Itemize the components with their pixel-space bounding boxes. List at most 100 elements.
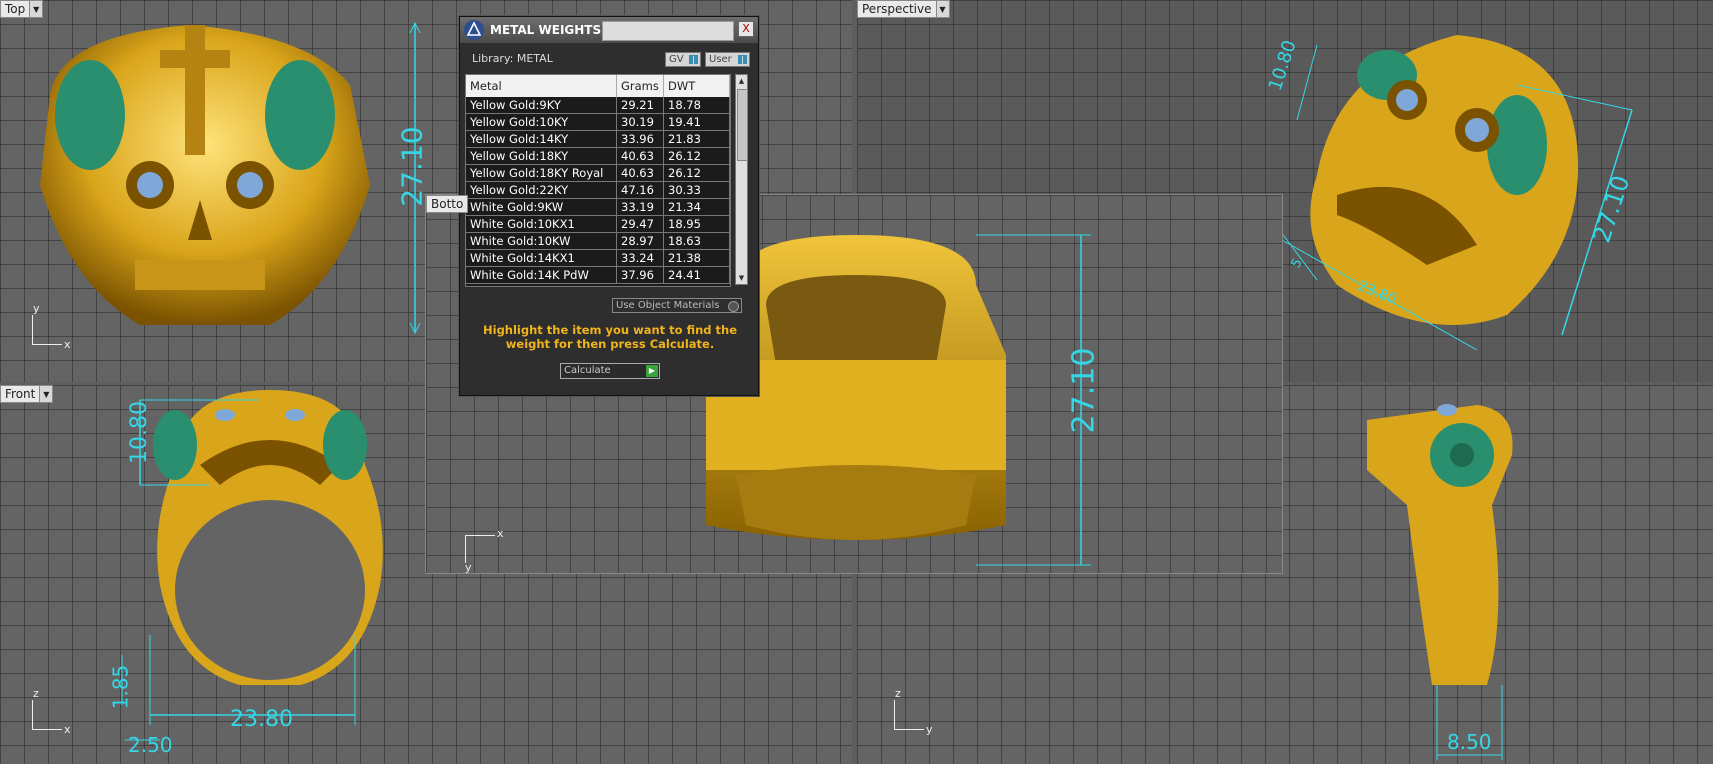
metal-cell: Yellow Gold:9KY — [466, 97, 617, 114]
table-row[interactable]: Yellow Gold:14KY 33.96 21.83 — [466, 130, 730, 148]
metal-cell: White Gold:14K PdW — [466, 266, 617, 284]
metal-cell: Yellow Gold:22KY — [466, 181, 617, 199]
metal-cell: Yellow Gold:18KY Royal — [466, 164, 617, 182]
table-row[interactable]: White Gold:10KW 28.97 18.63 — [466, 232, 730, 250]
grams-cell: 30.19 — [616, 113, 664, 131]
panel-titlebar[interactable]: METAL WEIGHTS X — [460, 17, 758, 43]
dwt-cell: 26.12 — [663, 147, 730, 165]
viewport-perspective-title: Perspective — [857, 0, 937, 18]
ring-right-render — [1367, 404, 1513, 685]
column-header-dwt[interactable]: DWT — [663, 75, 730, 97]
axis-label-h: x — [497, 527, 504, 540]
toggle-user-label: User — [709, 54, 732, 65]
metal-cell: Yellow Gold:14KY — [466, 130, 617, 148]
close-button[interactable]: X — [738, 21, 754, 37]
table-row[interactable]: Yellow Gold:18KY Royal 40.63 26.12 — [466, 164, 730, 182]
grams-cell: 29.21 — [616, 97, 664, 114]
axis-label-v: z — [33, 687, 39, 700]
toggle-user[interactable]: User | — [705, 52, 750, 67]
metal-cell: Yellow Gold:10KY — [466, 113, 617, 131]
viewport-top-label[interactable]: Top ▼ — [0, 0, 44, 18]
axis-label-v: z — [895, 687, 901, 700]
table-header: Metal Grams DWT — [466, 75, 730, 97]
chevron-down-icon[interactable]: ▼ — [936, 0, 950, 18]
axis-indicator: y x — [30, 302, 80, 351]
use-object-materials-label: Use Object Materials — [616, 300, 720, 311]
dimension-label: 27.10 — [395, 126, 429, 207]
metal-table[interactable]: Metal Grams DWT Yellow Gold:9KY 29.21 18.7… — [465, 74, 731, 287]
table-row[interactable]: Yellow Gold:10KY 30.19 19.41 — [466, 113, 730, 131]
axis-label-h: x — [64, 338, 71, 351]
dwt-cell: 18.63 — [663, 232, 730, 250]
axis-label-v: y — [465, 561, 472, 574]
viewport-front-title: Front — [0, 385, 41, 403]
scroll-up-icon[interactable]: ▲ — [736, 75, 747, 87]
library-label: Library: METAL — [472, 52, 553, 65]
grams-cell: 29.47 — [616, 215, 664, 233]
viewport-perspective-label[interactable]: Perspective ▼ — [857, 0, 950, 18]
table-row[interactable]: Yellow Gold:18KY 40.63 26.12 — [466, 147, 730, 165]
toggle-gv-label: GV — [669, 54, 684, 65]
dimension-label: 2.50 — [128, 733, 173, 757]
use-object-materials-toggle[interactable]: Use Object Materials — [612, 298, 742, 313]
calculate-label: Calculate — [564, 365, 611, 376]
app-logo-icon — [464, 20, 484, 40]
dwt-cell: 18.95 — [663, 215, 730, 233]
metal-cell: White Gold:10KX1 — [466, 215, 617, 233]
metal-cell: White Gold:14KX1 — [466, 249, 617, 267]
dwt-cell: 21.34 — [663, 198, 730, 216]
axis-label-v: y — [33, 302, 40, 315]
table-body: Yellow Gold:9KY 29.21 18.78 Yellow Gold:10K… — [466, 97, 730, 284]
grams-cell: 37.96 — [616, 266, 664, 284]
dwt-cell: 24.41 — [663, 266, 730, 284]
table-row[interactable]: White Gold:9KW 33.19 21.34 — [466, 198, 730, 216]
chevron-down-icon[interactable]: ▼ — [40, 385, 54, 403]
scroll-down-icon[interactable]: ▼ — [736, 272, 747, 284]
table-row[interactable]: Yellow Gold:22KY 47.16 30.33 — [466, 181, 730, 199]
play-icon: ▶ — [646, 365, 658, 377]
dwt-cell: 21.38 — [663, 249, 730, 267]
dwt-cell: 21.83 — [663, 130, 730, 148]
dwt-cell: 26.12 — [663, 164, 730, 182]
dimension-label: 8.50 — [1447, 730, 1492, 754]
metal-cell: White Gold:9KW — [466, 198, 617, 216]
table-row[interactable]: White Gold:10KX1 29.47 18.95 — [466, 215, 730, 233]
toggle-switch-icon: | — [689, 55, 698, 64]
dimension-label: 10.80 — [126, 401, 152, 464]
toggle-gv[interactable]: GV | — [665, 52, 701, 67]
axis-label-h: y — [926, 723, 933, 736]
table-row[interactable]: Yellow Gold:9KY 29.21 18.78 — [466, 97, 730, 114]
grams-cell: 33.19 — [616, 198, 664, 216]
radio-icon — [728, 301, 739, 312]
toggle-switch-icon: | — [738, 55, 747, 64]
table-row[interactable]: White Gold:14KX1 33.24 21.38 — [466, 249, 730, 267]
axis-indicator: x y — [463, 527, 513, 574]
axis-label-h: x — [64, 723, 71, 736]
viewport-bottom-label[interactable]: Botto — [426, 195, 469, 213]
column-header-metal[interactable]: Metal — [466, 75, 617, 97]
dimension-label: 27.10 — [1066, 347, 1102, 434]
column-header-grams[interactable]: Grams — [616, 75, 664, 97]
ring-top-render — [40, 25, 370, 325]
dimension-label: 23.80 — [230, 707, 293, 732]
viewport-top-title: Top — [0, 0, 31, 18]
metal-cell: White Gold:10KW — [466, 232, 617, 250]
axis-indicator: z y — [892, 687, 942, 736]
scroll-thumb[interactable] — [737, 89, 748, 161]
dimension-lines-perspective — [1277, 44, 1633, 350]
calculate-button[interactable]: Calculate ▶ — [560, 363, 660, 379]
dwt-cell: 30.33 — [663, 181, 730, 199]
grams-cell: 40.63 — [616, 147, 664, 165]
chevron-down-icon[interactable]: ▼ — [30, 0, 44, 18]
grams-cell: 33.96 — [616, 130, 664, 148]
axis-indicator: z x — [30, 687, 80, 736]
table-row[interactable]: White Gold:14K PdW 37.96 24.41 — [466, 266, 730, 284]
dwt-cell: 19.41 — [663, 113, 730, 131]
dimension-label: 1.85 — [108, 664, 133, 710]
viewport-bottom-title: Botto — [426, 195, 469, 213]
table-scrollbar[interactable]: ▲ ▼ — [735, 74, 748, 285]
panel-title: METAL WEIGHTS — [490, 23, 602, 37]
grams-cell: 33.24 — [616, 249, 664, 267]
viewport-front-label[interactable]: Front ▼ — [0, 385, 54, 403]
dwt-cell: 18.78 — [663, 97, 730, 114]
